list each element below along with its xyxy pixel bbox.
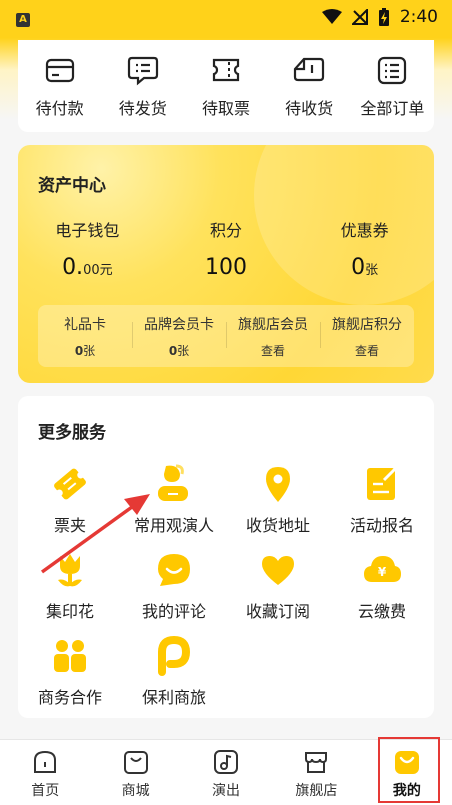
- coupons-label: 优惠券: [340, 221, 389, 240]
- clock-time: 2:40: [399, 7, 438, 27]
- battery-charging-icon: [378, 8, 389, 26]
- service-my-comments[interactable]: 我的评论: [122, 548, 226, 634]
- asset-center-card: 资产中心 电子钱包 0.00元 积分 100 优惠券 0张 礼品卡 0张 品牌会…: [18, 145, 434, 383]
- audience-person-icon: [158, 464, 188, 501]
- card-icon: [45, 58, 74, 83]
- order-label: 待发货: [118, 99, 167, 118]
- order-pending-payment[interactable]: 待付款: [19, 53, 101, 119]
- service-label: 保利商旅: [141, 688, 206, 707]
- home-icon: [34, 750, 57, 773]
- service-label: 收藏订阅: [245, 602, 310, 621]
- nav-shows[interactable]: 演出: [181, 740, 271, 805]
- service-label: 票夹: [53, 516, 86, 535]
- wallet-label: 电子钱包: [55, 221, 120, 240]
- flagship-member-label: 旗舰店会员: [238, 316, 308, 333]
- nav-label: 首页: [31, 783, 60, 799]
- service-label: 我的评论: [141, 602, 206, 621]
- points-balance[interactable]: 积分 100: [157, 217, 296, 280]
- brand-member-card[interactable]: 品牌会员卡 0张: [132, 314, 226, 359]
- service-label: 集印花: [45, 602, 94, 621]
- svg-text:¥: ¥: [378, 565, 387, 579]
- flagship-points[interactable]: 旗舰店积分 查看: [320, 314, 414, 359]
- service-shipping-address[interactable]: 收货地址: [226, 462, 330, 548]
- cloud-yuan-icon: ¥: [364, 556, 401, 582]
- status-bar: A 2:40: [0, 0, 452, 34]
- ticket-folder-icon: [54, 468, 86, 500]
- coupons-balance[interactable]: 优惠券 0张: [295, 217, 434, 280]
- wallet-value: 0.: [62, 255, 84, 280]
- flagship-member-view: 查看: [260, 343, 285, 358]
- heart-icon: [262, 556, 294, 585]
- app-notification-icon: A: [16, 13, 30, 27]
- nav-label: 演出: [212, 783, 241, 799]
- gift-card[interactable]: 礼品卡 0张: [38, 314, 132, 359]
- store-icon: [305, 752, 328, 773]
- order-pending-receipt[interactable]: 待收货: [268, 53, 350, 119]
- wallet-value-decimal: 00元: [83, 263, 113, 278]
- service-ticket-folder[interactable]: 票夹: [18, 462, 122, 548]
- service-collect-stamps[interactable]: 集印花: [18, 548, 122, 634]
- order-label: 待收货: [285, 99, 334, 118]
- signup-form-icon: [367, 466, 398, 500]
- service-favorites[interactable]: 收藏订阅: [226, 548, 330, 634]
- profile-smile-icon: [394, 751, 419, 774]
- flagship-points-view: 查看: [354, 343, 379, 358]
- more-services-card: 更多服务 票夹 常用观演人 收货地址 活动报名 集印花 我的评论 收藏订阅 ¥ …: [18, 396, 434, 718]
- asset-center-title: 资产中心: [38, 176, 106, 196]
- chat-box-icon: [127, 56, 158, 86]
- asset-sub-panel: 礼品卡 0张 品牌会员卡 0张 旗舰店会员 查看 旗舰店积分 查看: [38, 305, 414, 367]
- wifi-icon: [321, 9, 342, 24]
- nav-home[interactable]: 首页: [0, 740, 90, 805]
- service-poly-travel[interactable]: 保利商旅: [122, 634, 226, 720]
- gift-card-label: 礼品卡: [64, 316, 106, 333]
- order-all[interactable]: 全部订单: [351, 53, 433, 119]
- wallet-balance[interactable]: 电子钱包 0.00元: [18, 217, 157, 280]
- coupons-unit: 张: [365, 263, 379, 278]
- order-pending-ticket[interactable]: 待取票: [185, 53, 267, 119]
- nav-label: 商城: [121, 783, 150, 799]
- bottom-navigation: 首页 商城 演出 旗舰店 我的: [0, 739, 452, 805]
- orders-card: 待付款 待发货 待取票 待收货 全部订单: [18, 40, 434, 132]
- gift-card-count: 0: [74, 343, 84, 358]
- comment-smile-icon: [158, 554, 190, 586]
- flagship-points-label: 旗舰店积分: [332, 316, 402, 333]
- service-frequent-audience[interactable]: 常用观演人: [122, 462, 226, 548]
- more-services-title: 更多服务: [38, 423, 106, 443]
- service-label: 活动报名: [349, 516, 414, 535]
- nav-label: 旗舰店: [295, 783, 338, 799]
- order-pending-shipment[interactable]: 待发货: [102, 53, 184, 119]
- shopping-bag-icon: [123, 751, 148, 774]
- location-pin-icon: [266, 467, 290, 502]
- brand-member-card-count: 0: [168, 343, 178, 358]
- list-icon: [378, 56, 407, 85]
- flagship-member[interactable]: 旗舰店会员 查看: [226, 314, 320, 359]
- flower-stamp-icon: [58, 554, 82, 587]
- brand-member-card-label: 品牌会员卡: [144, 316, 214, 333]
- order-label: 待取票: [201, 99, 250, 118]
- no-signal-icon: [351, 9, 368, 25]
- nav-mine[interactable]: 我的: [362, 740, 452, 805]
- travel-p-icon: [158, 635, 191, 676]
- service-label: 商务合作: [37, 688, 102, 707]
- service-event-signup[interactable]: 活动报名: [330, 462, 434, 548]
- nav-mall[interactable]: 商城: [90, 740, 180, 805]
- order-label: 全部订单: [360, 99, 425, 118]
- coupons-value: 0: [351, 255, 366, 280]
- partners-icon: [54, 640, 86, 672]
- service-label: 常用观演人: [133, 516, 214, 535]
- nav-flagship-store[interactable]: 旗舰店: [271, 740, 361, 805]
- service-cloud-payment[interactable]: ¥ 云缴费: [330, 548, 434, 634]
- service-business-cooperation[interactable]: 商务合作: [18, 634, 122, 720]
- music-note-icon: [214, 750, 239, 774]
- points-label: 积分: [210, 221, 243, 240]
- truck-icon: [294, 57, 325, 82]
- order-label: 待付款: [35, 99, 84, 118]
- nav-label: 我的: [392, 783, 421, 799]
- points-value: 100: [205, 255, 247, 280]
- ticket-icon: [212, 58, 240, 82]
- service-label: 云缴费: [357, 602, 406, 621]
- service-label: 收货地址: [245, 516, 310, 535]
